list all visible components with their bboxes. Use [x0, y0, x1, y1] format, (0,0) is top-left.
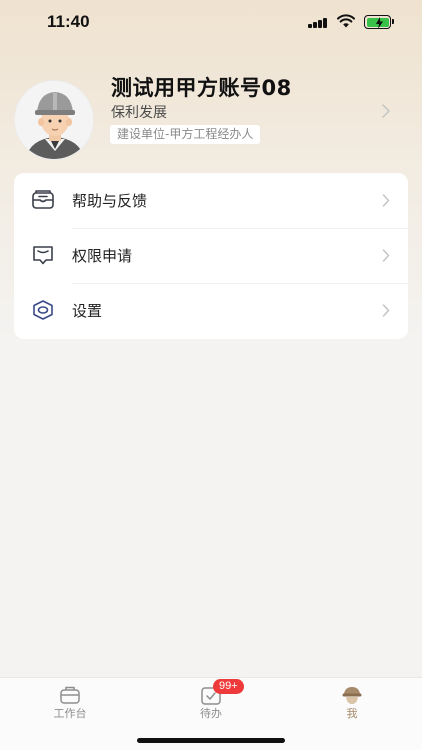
help-inbox-icon	[32, 190, 54, 209]
todo-count-badge: 99+	[213, 679, 244, 694]
worker-avatar-icon	[25, 92, 85, 159]
profile-role-tag: 建设单位-甲方工程经办人	[110, 125, 261, 144]
menu-item-label: 权限申请	[72, 247, 133, 265]
chevron-right-icon[interactable]	[381, 104, 391, 118]
battery-icon	[364, 15, 391, 29]
status-time: 11:40	[47, 12, 90, 31]
menu-item-settings[interactable]: 设置	[14, 283, 408, 338]
cellular-signal-icon	[308, 16, 330, 28]
chevron-right-icon	[382, 194, 390, 207]
chevron-right-icon	[382, 304, 390, 317]
profile-header[interactable]: 测试用甲方账号08 保利发展 建设单位-甲方工程经办人	[0, 70, 422, 160]
permission-message-icon	[33, 246, 53, 265]
menu-item-label: 帮助与反馈	[72, 192, 148, 210]
workbench-briefcase-icon	[60, 686, 80, 704]
tab-label: 待办	[200, 707, 222, 720]
status-bar: 11:40	[0, 0, 422, 46]
chevron-right-icon	[382, 249, 390, 262]
tab-workbench[interactable]: 工作台	[0, 678, 140, 726]
menu-item-help-feedback[interactable]: 帮助与反馈	[14, 173, 408, 228]
avatar[interactable]	[14, 80, 94, 160]
tab-label: 工作台	[53, 707, 87, 720]
menu-card: 帮助与反馈 权限申请 设置	[14, 173, 408, 339]
settings-hexagon-icon	[33, 300, 53, 320]
menu-item-label: 设置	[72, 302, 103, 320]
tab-todo[interactable]: 待办	[141, 678, 281, 726]
profile-name: 测试用甲方账号08	[111, 76, 292, 100]
menu-item-permission[interactable]: 权限申请	[14, 228, 408, 283]
me-helmet-icon	[342, 687, 362, 704]
wifi-icon	[337, 14, 355, 28]
battery-cap	[392, 19, 394, 24]
home-indicator	[137, 738, 285, 743]
tab-label: 我	[346, 707, 358, 720]
tab-me[interactable]: 我	[282, 678, 422, 726]
profile-company: 保利发展	[111, 105, 167, 121]
